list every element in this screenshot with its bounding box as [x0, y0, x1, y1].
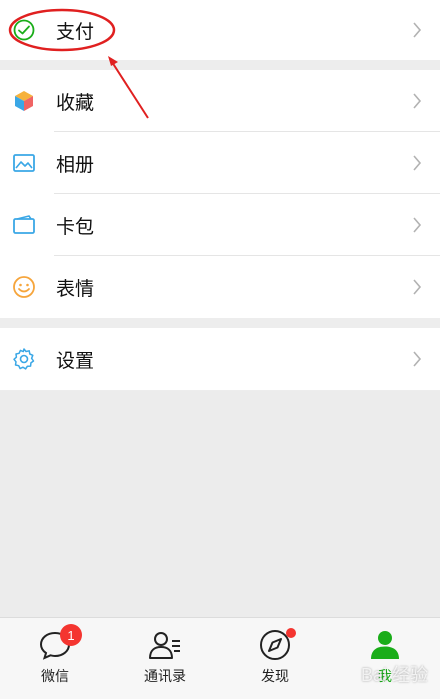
- section-gap: [0, 60, 440, 70]
- menu-group-settings: 设置: [0, 328, 440, 390]
- chevron-right-icon: [412, 351, 422, 367]
- chevron-right-icon: [412, 279, 422, 295]
- menu-item-album-label: 相册: [56, 153, 95, 176]
- tab-contacts-label: 通讯录: [144, 669, 186, 685]
- chevron-right-icon: [412, 155, 422, 171]
- tab-discover-label: 发现: [261, 669, 289, 685]
- notification-dot: [286, 628, 296, 638]
- tab-discover[interactable]: 发现: [220, 618, 330, 699]
- card-icon: [12, 213, 36, 237]
- chat-bubble-icon: 1: [38, 624, 82, 662]
- tab-chats-label: 微信: [41, 669, 69, 685]
- empty-background: [0, 391, 440, 617]
- menu-item-pay-label: 支付: [56, 20, 95, 43]
- menu-group-media: 收藏 相册 卡包 表情: [0, 70, 440, 318]
- photo-icon: [12, 151, 36, 175]
- person-icon: [368, 628, 402, 662]
- cube-icon: [12, 89, 36, 113]
- menu-item-favorites-label: 收藏: [56, 91, 95, 114]
- menu-item-album[interactable]: 相册: [0, 132, 440, 194]
- section-gap: [0, 318, 440, 328]
- menu-item-stickers-label: 表情: [56, 277, 95, 300]
- menu-item-cards[interactable]: 卡包: [0, 194, 440, 256]
- menu-item-pay[interactable]: 支付: [0, 0, 440, 60]
- menu-group-pay: 支付: [0, 0, 440, 60]
- watermark-logo: Bai 经验: [360, 665, 428, 685]
- wallet-check-icon: [12, 18, 36, 42]
- smiley-icon: [12, 275, 36, 299]
- gear-icon: [12, 347, 36, 371]
- menu-item-settings-label: 设置: [56, 349, 95, 372]
- menu-item-stickers[interactable]: 表情: [0, 256, 440, 318]
- menu-item-favorites[interactable]: 收藏: [0, 70, 440, 132]
- compass-icon: [258, 628, 296, 662]
- chevron-right-icon: [412, 93, 422, 109]
- menu-item-cards-label: 卡包: [56, 215, 95, 238]
- chevron-right-icon: [412, 22, 422, 38]
- tab-contacts[interactable]: 通讯录: [110, 618, 220, 699]
- contacts-icon: [148, 628, 182, 662]
- menu-item-settings[interactable]: 设置: [0, 328, 440, 390]
- unread-badge: 1: [60, 624, 82, 646]
- chevron-right-icon: [412, 217, 422, 233]
- tab-chats[interactable]: 1 微信: [0, 618, 110, 699]
